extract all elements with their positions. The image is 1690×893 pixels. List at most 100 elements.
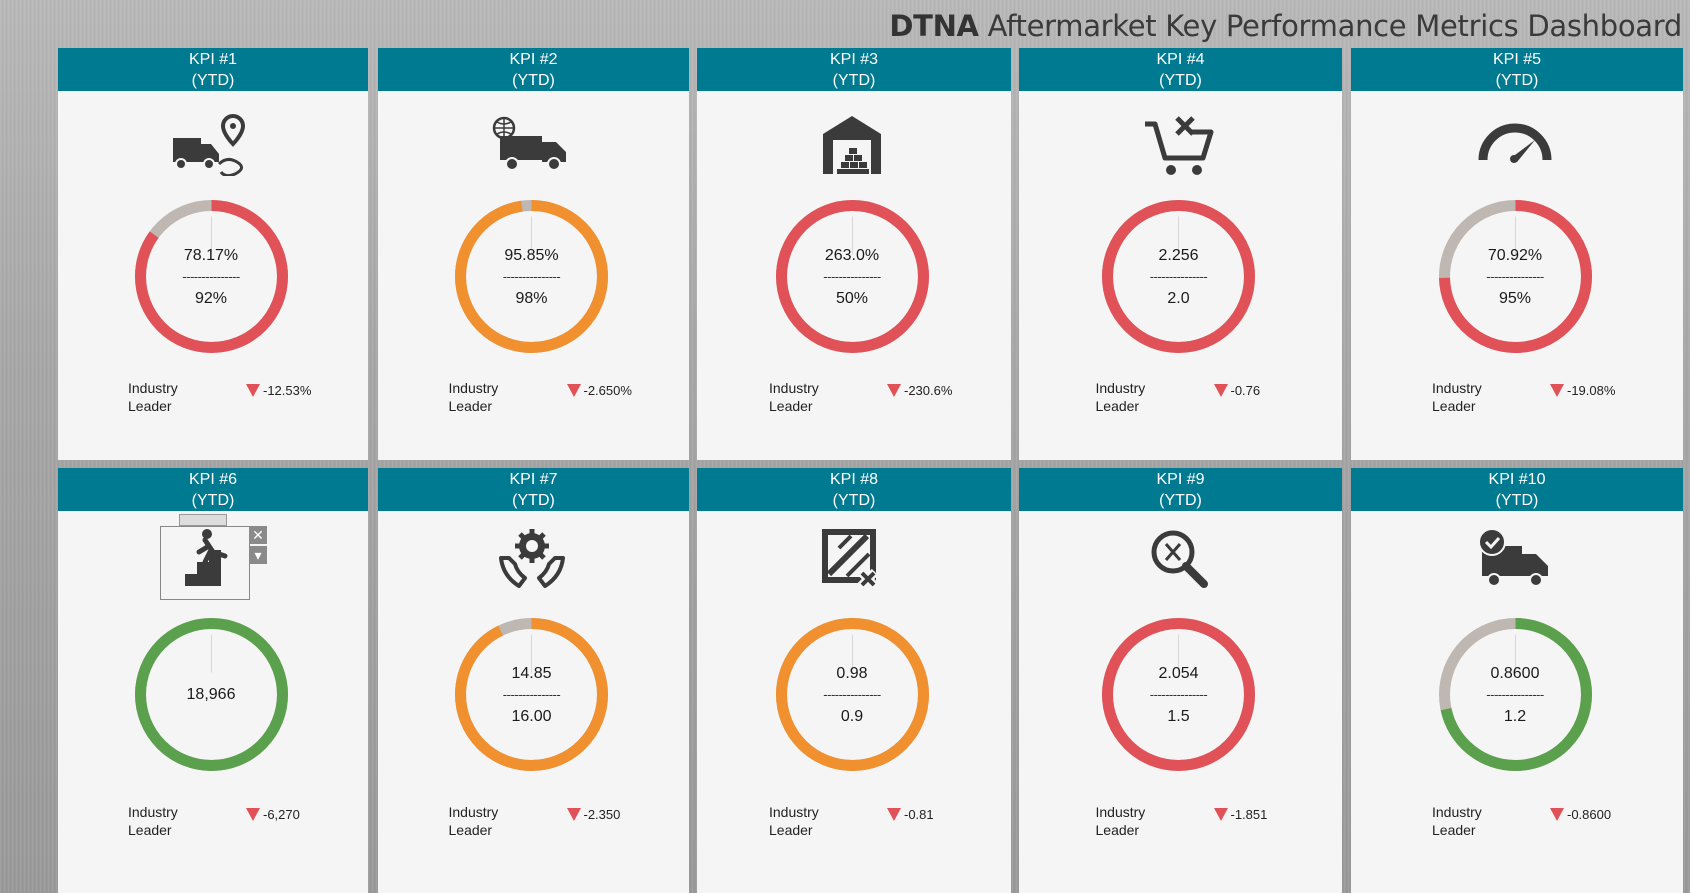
kpi-actual-value: 0.98 — [836, 664, 868, 682]
industry-leader-label: Industry Leader — [769, 380, 819, 414]
kpi-actual-value: 14.85 — [511, 664, 552, 682]
kpi-value-separator: --------------- — [1486, 686, 1544, 702]
down-triangle-icon — [1550, 384, 1564, 397]
kpi-card[interactable]: KPI #1 (YTD) 78.17% --------------- 92% Indu… — [58, 48, 368, 460]
industry-leader-label: Industry Leader — [448, 380, 499, 414]
down-triangle-icon — [566, 808, 581, 821]
kpi-label: KPI #7 — [509, 471, 558, 488]
industry-leader-label: Industry Leader — [1095, 380, 1146, 414]
kpi-header: KPI #3 (YTD) — [697, 48, 1011, 91]
down-triangle-icon — [1213, 808, 1228, 821]
kpi-card[interactable]: KPI #3 (YTD) 263.0% --------------- 50% Indu… — [697, 48, 1011, 460]
kpi-card[interactable]: KPI #10 (YTD) 0.8600 --------------- 1.2 Ind… — [1351, 468, 1683, 893]
down-triangle-icon — [1550, 808, 1564, 821]
kpi-actual-value: 263.0% — [824, 246, 880, 264]
kpi-label: KPI #10 — [1488, 471, 1546, 488]
kpi-actual-value: 78.17% — [183, 246, 239, 264]
kpi-period: (YTD) — [191, 492, 235, 509]
kpi-card[interactable]: KPI #9 (YTD) 2.054 --------------- 1.5 Indus… — [1019, 468, 1342, 893]
damaged-crate-icon — [821, 528, 883, 590]
kpi-delta-value: -1.851 — [1230, 807, 1268, 822]
kpi-period: (YTD) — [1495, 492, 1539, 509]
selected-object-frame[interactable] — [160, 526, 250, 600]
kpi-actual-value: 0.8600 — [1490, 664, 1540, 682]
down-triangle-icon — [887, 808, 901, 821]
kpi-header: KPI #2 (YTD) — [378, 48, 689, 91]
kpi-delta: -2.350 — [566, 807, 620, 822]
kpi-delta: -19.08% — [1550, 383, 1615, 398]
kpi-actual-value: 18,966 — [186, 685, 236, 703]
kpi-value-separator: --------------- — [823, 686, 881, 702]
kpi-delta: -1.851 — [1213, 807, 1268, 822]
kpi-card[interactable]: KPI #7 (YTD) 14.85 --------------- 16.00 Ind… — [378, 468, 689, 893]
more-options-icon[interactable]: ▾ — [249, 546, 267, 564]
speedometer-icon — [1477, 114, 1553, 164]
kpi-value-separator: --------------- — [823, 268, 881, 284]
kpi-label: KPI #8 — [829, 471, 879, 488]
kpi-label: KPI #9 — [1156, 471, 1205, 488]
kpi-period: (YTD) — [512, 72, 555, 89]
kpi-delta: -0.8600 — [1550, 807, 1611, 822]
kpi-label: KPI #5 — [1492, 51, 1542, 68]
kpi-period: (YTD) — [832, 72, 876, 89]
kpi-actual-value: 70.92% — [1487, 246, 1543, 264]
kpi-target-value: 1.2 — [1503, 707, 1527, 725]
kpi-header: KPI #4 (YTD) — [1019, 48, 1342, 91]
kpi-card[interactable]: KPI #2 (YTD) 95.85% --------------- 98% Indu… — [378, 48, 689, 460]
warehouse-icon — [819, 114, 885, 176]
kpi-target-value: 50% — [835, 289, 869, 307]
kpi-value-separator: --------------- — [1149, 686, 1208, 702]
hands-gear-icon — [497, 528, 567, 590]
kpi-target-value: 0.9 — [840, 707, 864, 725]
kpi-period: (YTD) — [1495, 72, 1539, 89]
kpi-header: KPI #10 (YTD) — [1351, 468, 1683, 511]
industry-leader-label: Industry Leader — [1432, 804, 1482, 838]
kpi-header: KPI #9 (YTD) — [1019, 468, 1342, 511]
kpi-delta-value: -2.650% — [583, 383, 632, 398]
kpi-value-separator: --------------- — [1486, 268, 1544, 284]
down-triangle-icon — [887, 384, 901, 397]
kpi-actual-value: 2.256 — [1158, 246, 1199, 264]
industry-leader-label: Industry Leader — [1432, 380, 1482, 414]
down-triangle-icon — [566, 384, 581, 397]
industry-leader-label: Industry Leader — [448, 804, 499, 838]
kpi-target-value: 2.0 — [1167, 289, 1190, 307]
down-triangle-icon — [246, 384, 260, 397]
kpi-delta: -0.81 — [887, 807, 934, 822]
industry-leader-label: Industry Leader — [1095, 804, 1146, 838]
kpi-target-value: 1.5 — [1167, 707, 1190, 725]
kpi-header: KPI #5 (YTD) — [1351, 48, 1683, 91]
title-text: Aftermarket Key Performance Metrics Dash… — [978, 9, 1683, 43]
kpi-delta: -2.650% — [566, 383, 632, 398]
down-triangle-icon — [246, 808, 260, 821]
kpi-header: KPI #6 (YTD) — [58, 468, 368, 511]
dashboard-title: DTNA Aftermarket Key Performance Metrics… — [889, 9, 1682, 43]
kpi-card[interactable]: KPI #5 (YTD) 70.92% --------------- 95% Indu… — [1351, 48, 1683, 460]
kpi-target-value: 98% — [515, 289, 548, 307]
industry-leader-label: Industry Leader — [128, 804, 178, 838]
kpi-delta-value: -0.8600 — [1567, 807, 1612, 822]
kpi-delta-value: -6,270 — [263, 807, 300, 822]
drag-handle[interactable] — [179, 514, 227, 526]
kpi-period: (YTD) — [512, 492, 555, 509]
kpi-label: KPI #6 — [188, 471, 238, 488]
kpi-label: KPI #3 — [829, 51, 879, 68]
kpi-value-separator: --------------- — [502, 686, 561, 702]
kpi-header: KPI #1 (YTD) — [58, 48, 368, 91]
kpi-delta-value: -12.53% — [263, 383, 312, 398]
cart-cancel-icon — [1143, 114, 1215, 178]
kpi-delta-value: -19.08% — [1567, 383, 1616, 398]
kpi-card[interactable]: KPI #8 (YTD) 0.98 --------------- 0.9 Indust… — [697, 468, 1011, 893]
kpi-card[interactable]: KPI #6 (YTD) 18,966 Industry Leader -6,270 ✕… — [58, 468, 368, 893]
kpi-actual-value: 95.85% — [504, 246, 559, 264]
kpi-card[interactable]: KPI #4 (YTD) 2.256 --------------- 2.0 Indus… — [1019, 48, 1342, 460]
truck-route-icon — [171, 114, 251, 176]
kpi-delta: -230.6% — [887, 383, 952, 398]
kpi-delta: -0.76 — [1213, 383, 1260, 398]
industry-leader-label: Industry Leader — [128, 380, 178, 414]
kpi-value-separator: --------------- — [502, 268, 561, 284]
kpi-header: KPI #8 (YTD) — [697, 468, 1011, 511]
down-triangle-icon — [1213, 384, 1228, 397]
remove-icon[interactable]: ✕ — [249, 526, 267, 544]
kpi-period: (YTD) — [1159, 72, 1202, 89]
